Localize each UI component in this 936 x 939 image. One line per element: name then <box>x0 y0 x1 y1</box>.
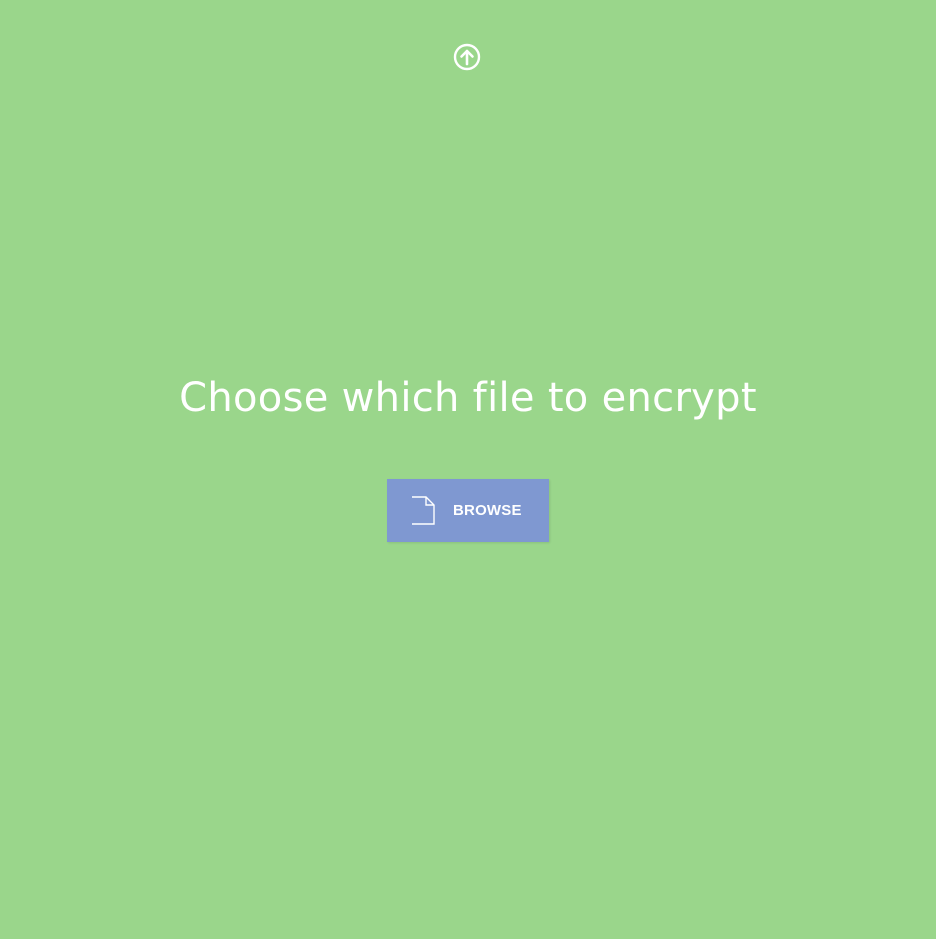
file-icon <box>411 496 435 525</box>
browse-button-label: BROWSE <box>453 502 522 519</box>
arrow-up-circle-icon[interactable] <box>453 43 481 71</box>
browse-button[interactable]: BROWSE <box>387 479 549 542</box>
page-title: Choose which file to encrypt <box>179 375 757 421</box>
